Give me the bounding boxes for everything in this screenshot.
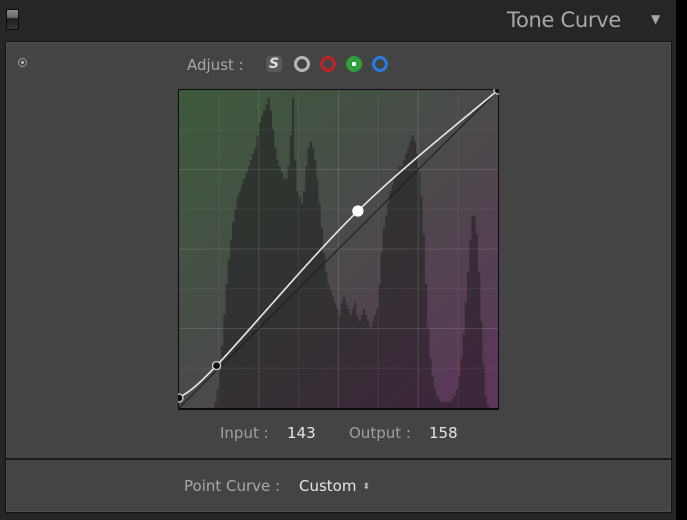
green-channel-button[interactable] — [346, 56, 362, 72]
input-value: 143 — [287, 424, 316, 442]
panel-header: Tone Curve ▼ — [0, 0, 676, 41]
scrollbar-gutter — [676, 0, 687, 520]
panel-switch-toggle[interactable] — [6, 9, 19, 30]
point-curve-label: Point Curve : — [184, 477, 281, 495]
curve-point[interactable] — [178, 393, 184, 403]
output-value: 158 — [429, 424, 458, 442]
curve-point-selected[interactable] — [352, 205, 364, 217]
output-label: Output : — [349, 424, 411, 442]
adjust-label: Adjust : — [187, 56, 244, 74]
curve-canvas[interactable] — [178, 89, 499, 410]
red-channel-button[interactable] — [320, 56, 336, 72]
curve-point[interactable] — [211, 360, 222, 371]
parametric-curve-button[interactable]: S — [266, 56, 282, 72]
point-curve-select[interactable]: Custom ⬍ — [299, 477, 370, 495]
section-divider — [6, 458, 671, 460]
input-label: Input : — [220, 424, 269, 442]
collapse-triangle-icon[interactable]: ▼ — [651, 12, 660, 26]
targeted-adjustment-tool-icon[interactable] — [18, 58, 27, 67]
rgb-channel-button[interactable] — [294, 56, 310, 72]
blue-channel-button[interactable] — [372, 56, 388, 72]
tone-curve-panel: Adjust : S Input : 143 Output : 158 Poin… — [5, 41, 672, 513]
point-curve-value: Custom — [299, 477, 357, 495]
curve-graph[interactable] — [178, 89, 499, 410]
panel-title: Tone Curve — [507, 8, 621, 32]
select-arrows-icon: ⬍ — [362, 482, 371, 492]
curve-point[interactable] — [493, 89, 499, 95]
